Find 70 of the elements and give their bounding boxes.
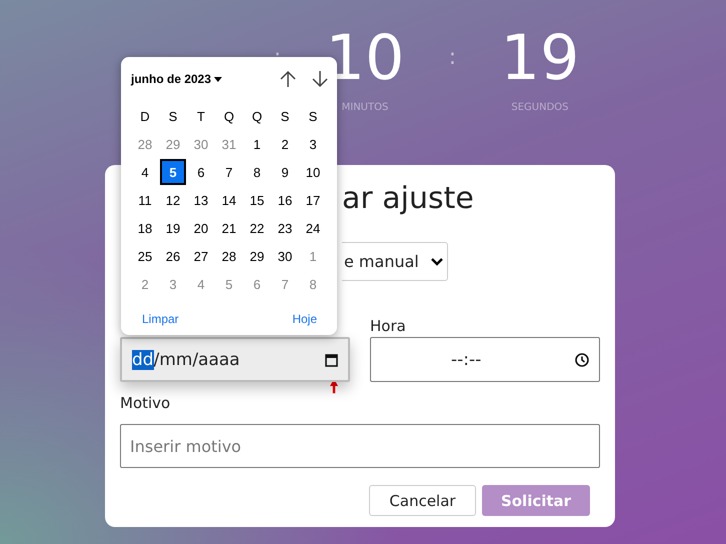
month-selector[interactable]: junho de 2023 [131,72,279,86]
calendar-day[interactable]: 17 [300,187,326,213]
calendar-day[interactable]: 24 [300,215,326,241]
chevron-down-icon [431,258,443,266]
countdown-label: SEGUNDOS [511,102,569,115]
reason-input[interactable]: Inserir motivo [120,424,600,468]
caret-icon [214,77,222,82]
calendar-day[interactable]: 3 [300,131,326,157]
time-input[interactable]: --:-- [370,337,600,382]
calendar-day[interactable]: 1 [244,131,270,157]
calendar-day[interactable]: 3 [160,271,186,297]
calendar-day[interactable]: 9 [272,159,298,185]
calendar-day[interactable]: 2 [272,131,298,157]
calendar-day[interactable]: 14 [216,187,242,213]
calendar-day[interactable]: 18 [132,215,158,241]
footer-link[interactable]: Limpar [142,312,179,326]
calendar-day[interactable]: 15 [244,187,270,213]
calendar-day[interactable]: 31 [216,131,242,157]
weekday-label: S [308,108,318,126]
calendar-day[interactable]: 5 [160,159,186,185]
calendar-day[interactable]: 21 [216,215,242,241]
calendar-day[interactable]: 8 [244,159,270,185]
calendar-day[interactable]: 12 [160,187,186,213]
calendar-day[interactable]: 11 [132,187,158,213]
calendar-day[interactable]: 22 [244,215,270,241]
calendar-day[interactable]: 27 [188,243,214,269]
calendar-day[interactable]: 29 [160,131,186,157]
calendar-day[interactable]: 13 [188,187,214,213]
calendar-day[interactable]: 28 [132,131,158,157]
calendar-day[interactable]: 8 [300,271,326,297]
card-title: ar ajuste [342,180,475,218]
calendar-day[interactable]: 29 [244,243,270,269]
calendar-day[interactable]: 7 [272,271,298,297]
arrow-up-icon[interactable] [279,70,297,88]
calendar-day[interactable]: 30 [272,243,298,269]
calendar-day[interactable]: 10 [300,159,326,185]
calendar-day[interactable]: 28 [216,243,242,269]
calendar-day[interactable]: 6 [244,271,270,297]
type-select[interactable]: e manual [342,242,448,281]
calendar-day[interactable]: 20 [188,215,214,241]
cancel-button[interactable]: Cancelar [369,485,476,516]
calendar-day[interactable]: 2 [132,271,158,297]
calendar-day[interactable]: 23 [272,215,298,241]
weekday-label: S [168,108,178,126]
clock-icon[interactable] [575,352,589,366]
calendar-day[interactable]: 1 [300,243,326,269]
calendar-icon[interactable] [325,352,338,366]
countdown-label: MINUTOS [342,102,388,115]
field-label: Motivo [120,394,172,414]
calendar-day[interactable]: 26 [160,243,186,269]
countdown-number: 10 [326,20,404,96]
field-label: Hora [370,317,407,337]
weekday-label: S [280,108,290,126]
weekday-label: Q [250,108,264,126]
weekday-label: Q [222,108,236,126]
calendar-day[interactable]: 16 [272,187,298,213]
weekday-label: D [139,108,151,126]
weekday-label: T [196,108,206,126]
calendar-day[interactable]: 4 [132,159,158,185]
calendar-day[interactable]: 5 [216,271,242,297]
calendar-day[interactable]: 25 [132,243,158,269]
arrow-down-icon[interactable] [311,70,329,88]
footer-link[interactable]: Hoje [292,312,317,326]
calendar-day[interactable]: 6 [188,159,214,185]
countdown-number: 19 [500,20,580,96]
calendar-day[interactable]: 19 [160,215,186,241]
calendar-day[interactable]: 30 [188,131,214,157]
calendar-day[interactable]: 7 [216,159,242,185]
calendar-day[interactable]: 4 [188,271,214,297]
countdown-separator: : [448,44,456,72]
